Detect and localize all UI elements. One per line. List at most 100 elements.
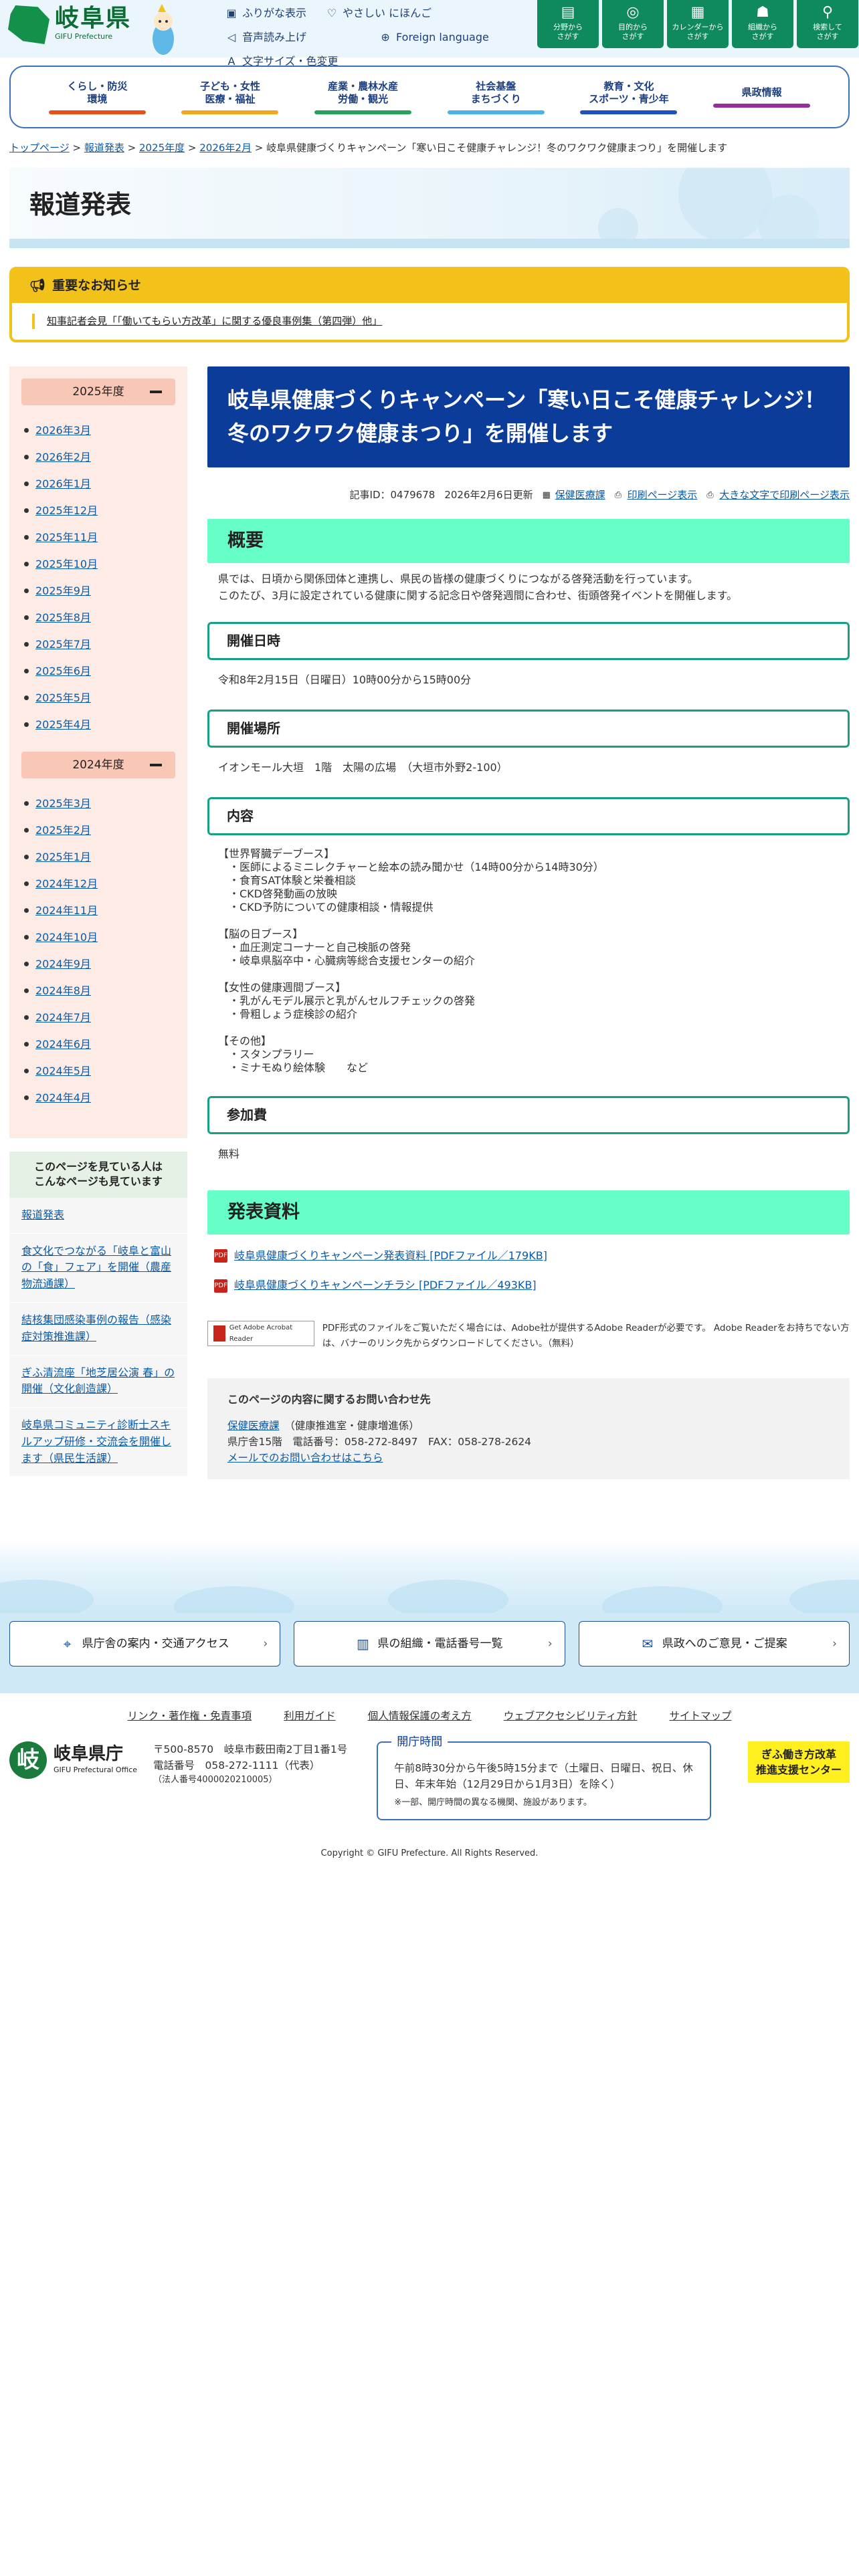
utility-text-size[interactable]: A 文字サイズ・色変更 bbox=[225, 52, 339, 71]
archive-month-link[interactable]: 2025年4月 bbox=[35, 717, 91, 734]
archive-month-link[interactable]: 2025年11月 bbox=[35, 530, 98, 546]
breadcrumb-link[interactable]: 2025年度 bbox=[139, 142, 185, 154]
breadcrumb: トップページ > 報道発表 > 2025年度 > 2026年2月 > 岐阜県健康… bbox=[9, 142, 728, 154]
breadcrumb-link[interactable]: トップページ bbox=[9, 142, 70, 154]
related-link[interactable]: 結核集団感染事例の報告（感染症対策推進課） bbox=[21, 1313, 171, 1343]
related-link[interactable]: 岐阜県コミュニティ診断士スキルアップ研修・交流会を開催します（県民生活課） bbox=[21, 1418, 171, 1465]
tile-by-calendar[interactable]: ▦ カレンダーから さがす bbox=[667, 0, 729, 48]
archive-month-link[interactable]: 2026年3月 bbox=[35, 423, 91, 439]
gnav-item-life[interactable]: くらし・防災 環境 bbox=[48, 80, 146, 114]
archive-year-toggle[interactable]: 2025年度 bbox=[21, 378, 175, 405]
decor-wave bbox=[789, 1579, 859, 1613]
tile-by-organization[interactable]: ☗ 組織から さがす bbox=[732, 0, 793, 48]
chat-icon: ✉ bbox=[642, 1635, 654, 1652]
archive-year-toggle[interactable]: 2024年度 bbox=[21, 751, 175, 778]
fee-text: 無料 bbox=[218, 1147, 240, 1160]
archive-month-link[interactable]: 2025年10月 bbox=[35, 556, 98, 573]
gnav-item-infrastructure[interactable]: 社会基盤 まちづくり bbox=[447, 80, 545, 114]
contact-dept-line: 保健医療課 （健康推進室・健康増進係） bbox=[227, 1418, 830, 1434]
pdf-link[interactable]: 岐阜県健康づくりキャンペーン発表資料 [PDFファイル／179KB] bbox=[234, 1248, 547, 1265]
print-link[interactable]: 印刷ページ表示 bbox=[628, 488, 698, 503]
dept-link[interactable]: 保健医療課 bbox=[555, 488, 605, 503]
acrobat-reader-badge[interactable]: Get Adobe Acrobat Reader bbox=[207, 1321, 314, 1347]
tile-label: さがす bbox=[816, 32, 839, 41]
opinion-button[interactable]: ✉ 県政へのご意見・ご提案 › bbox=[578, 1620, 850, 1667]
archive-month-link[interactable]: 2025年3月 bbox=[35, 796, 91, 813]
breadcrumb-link[interactable]: 2026年2月 bbox=[199, 142, 252, 154]
archive-month-link[interactable]: 2024年8月 bbox=[35, 983, 91, 1000]
access-button[interactable]: ⌖ 県庁舎の案内・交通アクセス › bbox=[9, 1620, 281, 1667]
archive-month-link[interactable]: 2024年5月 bbox=[35, 1063, 91, 1080]
archive-month-item: 2024年10月 bbox=[21, 924, 175, 951]
archive-month-link[interactable]: 2025年8月 bbox=[35, 610, 91, 627]
notice-heading: 重要なお知らせ bbox=[52, 278, 141, 294]
archive-month-link[interactable]: 2024年9月 bbox=[35, 956, 91, 973]
tile-label: さがす bbox=[686, 32, 709, 41]
tile-search[interactable]: ⚲ 検索して さがす bbox=[797, 0, 858, 48]
corp-number: （法人番号4000020210005） bbox=[153, 1775, 278, 1786]
print-large-link-wrap: ⎙ 大きな文字で印刷ページ表示 bbox=[706, 488, 850, 503]
print-large-link[interactable]: 大きな文字で印刷ページ表示 bbox=[719, 488, 850, 503]
archive-month-link[interactable]: 2024年6月 bbox=[35, 1037, 91, 1053]
search-icon: ⚲ bbox=[822, 4, 834, 21]
archive-month-item: 2025年6月 bbox=[21, 658, 175, 685]
breadcrumb-current: 岐阜県健康づくりキャンペーン「寒い日こそ健康チャレンジ！冬のワクワク健康まつり」… bbox=[266, 142, 728, 154]
gnav-item-education[interactable]: 教育・文化 スポーツ・青少年 bbox=[580, 80, 678, 114]
overview-text: 県では、日頃から関係団体と連携し、県民の皆様の健康づくりにつながる啓発活動を行っ… bbox=[218, 572, 738, 603]
archive-month-link[interactable]: 2025年7月 bbox=[35, 637, 91, 653]
footer-link[interactable]: サイトマップ bbox=[670, 1708, 732, 1724]
site-logo[interactable]: 岐阜県 GIFU Prefecture bbox=[8, 5, 131, 44]
contact-dept-link[interactable]: 保健医療課 bbox=[227, 1420, 280, 1432]
utility-easy-japanese[interactable]: ♡ やさしい にほんご bbox=[325, 4, 432, 23]
section-heading-date: 開催日時 bbox=[207, 621, 850, 660]
archive-month-link[interactable]: 2025年12月 bbox=[35, 503, 98, 520]
breadcrumb-link[interactable]: 報道発表 bbox=[84, 142, 124, 154]
support-center-banner[interactable]: ぎふ働き方改革 推進支援センター bbox=[747, 1741, 850, 1784]
footer-link[interactable]: 個人情報保護の考え方 bbox=[368, 1708, 472, 1724]
tile-by-purpose[interactable]: ◎ 目的から さがす bbox=[602, 0, 664, 48]
archive-month-link[interactable]: 2024年4月 bbox=[35, 1090, 91, 1107]
archive-month-link[interactable]: 2026年2月 bbox=[35, 449, 91, 466]
archive-month-link[interactable]: 2026年1月 bbox=[35, 476, 91, 493]
archive-month-link[interactable]: 2024年10月 bbox=[35, 930, 98, 946]
decor-wave bbox=[174, 1586, 294, 1613]
contact-mail-link[interactable]: メールでのお問い合わせはこちら bbox=[227, 1452, 383, 1464]
footer-link[interactable]: ウェブアクセシビリティ方針 bbox=[504, 1708, 638, 1724]
archive-month-link[interactable]: 2025年9月 bbox=[35, 583, 91, 600]
gnav-item-children[interactable]: 子ども・女性 医療・福祉 bbox=[181, 80, 279, 114]
footer-link[interactable]: 利用ガイド bbox=[284, 1708, 336, 1724]
related-link[interactable]: 食文化でつながる「岐阜と富山の「食」フェア」を開催（農産物流通課） bbox=[21, 1245, 171, 1291]
archive-month-link[interactable]: 2025年6月 bbox=[35, 663, 91, 680]
pdf-icon: PDF bbox=[214, 1279, 227, 1293]
archive-month-link[interactable]: 2025年5月 bbox=[35, 690, 91, 707]
gnav-item-government[interactable]: 県政情報 bbox=[713, 86, 811, 108]
related-link[interactable]: ぎふ清流座「地芝居公演 春」の開催（文化創造課） bbox=[21, 1366, 175, 1396]
pin-icon: ⌖ bbox=[63, 1635, 72, 1652]
contact-sub: （健康推進室・健康増進係） bbox=[290, 1419, 419, 1432]
archive-month-link[interactable]: 2025年1月 bbox=[35, 849, 91, 866]
footer-info: 岐 岐阜県庁 GIFU Prefectural Office 〒500-8570 … bbox=[9, 1733, 850, 1821]
notice-link[interactable]: 知事記者会見「「働いてもらい方改革」に関する優良事例集（第四弾）他」 bbox=[32, 313, 827, 329]
utility-label: Foreign language bbox=[396, 30, 489, 43]
gnav-label: 教育・文化 bbox=[603, 80, 654, 92]
archive-month-link[interactable]: 2025年2月 bbox=[35, 823, 91, 839]
footer-button-label: 県政へのご意見・ご提案 bbox=[662, 1636, 787, 1650]
gnav-item-industry[interactable]: 産業・農林水産 労働・観光 bbox=[314, 80, 412, 114]
archive-month-link[interactable]: 2024年11月 bbox=[35, 903, 98, 920]
utility-furigana[interactable]: ▣ ふりがな表示 bbox=[225, 4, 306, 23]
related-item: ぎふ清流座「地芝居公演 春」の開催（文化創造課） bbox=[9, 1356, 187, 1408]
utility-read-aloud[interactable]: ◁ 音声読み上げ bbox=[225, 28, 306, 47]
heart-icon: ♡ bbox=[326, 7, 337, 19]
section-heading-materials: 発表資料 bbox=[207, 1190, 850, 1235]
utility-foreign-language[interactable]: ⊕ Foreign language bbox=[379, 28, 489, 47]
footer-link[interactable]: リンク・著作権・免責事項 bbox=[127, 1708, 252, 1724]
organization-button[interactable]: ▥ 県の組織・電話番号一覧 › bbox=[294, 1620, 565, 1667]
related-link[interactable]: 報道発表 bbox=[21, 1208, 64, 1221]
archive-month-item: 2026年3月 bbox=[21, 417, 175, 444]
tile-by-field[interactable]: ▤ 分野から さがす bbox=[537, 0, 599, 48]
archive-year-label: 2024年度 bbox=[72, 758, 124, 772]
pdf-link[interactable]: 岐阜県健康づくりキャンペーンチラシ [PDFファイル／493KB] bbox=[234, 1277, 537, 1294]
archive-month-link[interactable]: 2024年12月 bbox=[35, 876, 98, 893]
archive-month-link[interactable]: 2024年7月 bbox=[35, 1010, 91, 1027]
article-title: 岐阜県健康づくりキャンペーン「寒い日こそ健康チャレンジ！冬のワクワク健康まつり」… bbox=[207, 366, 850, 468]
